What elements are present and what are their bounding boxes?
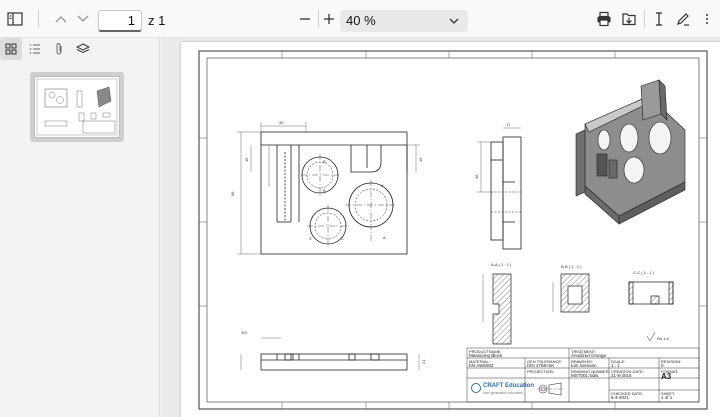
company-tagline: next generation education [483,391,524,395]
checkeddate-value: 6-3-2021 [611,395,630,400]
page-thumbnail[interactable] [30,72,124,142]
save-button[interactable] [616,6,642,32]
sheet-value: 1 of 1 [661,395,673,400]
text-select-button[interactable] [646,6,672,32]
revision-value: 0 [661,363,664,368]
attachments-icon [56,43,62,55]
format-value: A3 [661,372,672,381]
drawnby-value: tom svensen [571,363,597,368]
save-icon [622,13,636,26]
layers-tab[interactable] [72,38,94,60]
thumbnails-tab[interactable] [0,38,22,60]
drawingnumber-value: MST001.sldw [571,373,599,378]
next-page-button[interactable] [70,6,96,32]
plus-icon [324,14,334,24]
outline-tab[interactable] [24,38,46,60]
toolbar: 1 z 1 40 % [0,0,720,38]
zoom-select[interactable]: 40 % [340,10,468,32]
more-button[interactable] [696,6,718,32]
more-icon [706,14,708,24]
zoom-out-button[interactable] [292,6,318,32]
revision-label: REVISION: [661,359,682,364]
sidebar [0,38,160,417]
text-cursor-icon [656,12,662,26]
chevron-up-icon [55,16,67,23]
creationdate-value: 21-8-2016 [611,373,632,378]
document-viewer[interactable]: 30 98 16 15 BB AA CC 36 17 A-A (1: 1)… [161,38,720,417]
print-icon [597,11,611,27]
zoom-value: 40 % [346,13,376,28]
sidebar-toggle-icon [7,12,23,26]
scale-value: 1 : 1 [611,363,620,368]
company-name: CRAFT Education [483,383,534,389]
outline-icon [29,44,40,54]
minus-icon [300,18,310,20]
projection-symbol-icon [537,382,563,396]
layers-icon [76,43,90,54]
zoom-in-button[interactable] [316,6,342,32]
projection-label: PROJECTION: [527,369,554,374]
draw-icon [677,13,689,26]
material-value: EN AW6082 [469,363,494,368]
thumbnails-icon [5,43,17,55]
tolerance-value: ISO 2768-mK [527,363,555,368]
page-total-label: z 1 [148,13,166,28]
page-number-input[interactable]: 1 [98,10,142,32]
chevron-down-icon [77,15,89,22]
attachments-tab[interactable] [48,38,70,60]
chevron-down-icon [449,18,459,24]
productname-value: Measuring Block [469,353,503,358]
drawing-sheet: 30 98 16 15 BB AA CC 36 17 A-A (1: 1)… [181,42,720,417]
sidebar-toggle-button[interactable] [2,6,28,32]
craft-logo-icon [471,383,481,393]
thumbnail-image [34,76,120,138]
draw-button[interactable] [670,6,696,32]
treatment-value: Anodized Orange [571,353,607,358]
print-button[interactable] [591,6,617,32]
